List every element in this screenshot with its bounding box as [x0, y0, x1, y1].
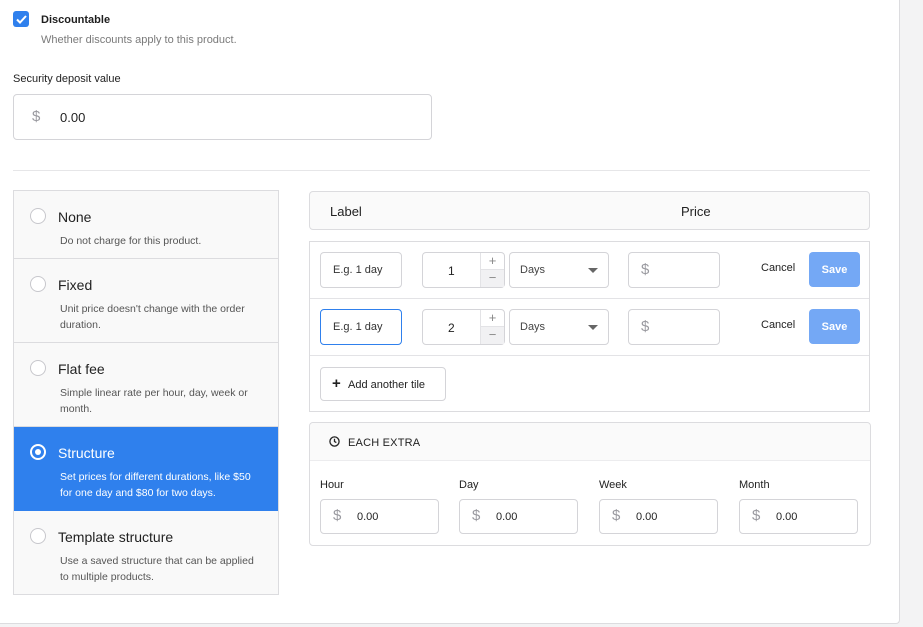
dollar-icon: $ — [641, 318, 650, 335]
pricing-options: None Do not charge for this product. Fix… — [13, 190, 279, 595]
structure-table-body: E.g. 1 day 1 + − Days $ Cancel Save E.g.… — [309, 241, 870, 412]
extra-hour-input[interactable]: $ 0.00 — [320, 499, 439, 534]
option-title: Flat fee — [58, 361, 105, 377]
table-row: E.g. 1 day 1 + − Days $ Cancel Save — [310, 242, 869, 299]
each-extra-header: EACH EXTRA — [310, 423, 870, 461]
option-title: Structure — [58, 445, 115, 461]
add-tile-label: Add another tile — [348, 379, 426, 391]
tile-price-input[interactable]: $ — [628, 252, 720, 288]
tile-label-input[interactable]: E.g. 1 day — [320, 309, 402, 345]
radio-none[interactable] — [30, 208, 46, 224]
increment-button[interactable]: + — [481, 310, 504, 327]
chevron-down-icon — [588, 268, 598, 273]
radio-fixed[interactable] — [30, 276, 46, 292]
discountable-title: Discountable — [41, 14, 111, 26]
section-divider — [13, 170, 870, 171]
stepper-controls: + − — [480, 310, 504, 344]
extra-field-label: Month — [739, 479, 770, 491]
unit-select-value: Days — [520, 264, 546, 276]
extra-field-value: 0.00 — [496, 511, 518, 523]
decrement-button[interactable]: − — [481, 327, 504, 344]
tile-price-input[interactable]: $ — [628, 309, 720, 345]
cancel-button[interactable]: Cancel — [761, 262, 795, 274]
quantity-stepper[interactable]: 2 + − — [422, 309, 505, 345]
extra-day-input[interactable]: $ 0.00 — [459, 499, 578, 534]
extra-field-value: 0.00 — [357, 511, 379, 523]
unit-select[interactable]: Days — [509, 309, 609, 345]
clock-icon — [329, 436, 340, 447]
extra-field-label: Day — [459, 479, 479, 491]
structure-table-header: Label Price — [309, 191, 870, 230]
radio-flat-fee[interactable] — [30, 360, 46, 376]
security-deposit-label: Security deposit value — [13, 73, 121, 85]
dollar-icon: $ — [333, 507, 342, 524]
extra-field-value: 0.00 — [776, 511, 798, 523]
save-button[interactable]: Save — [809, 309, 860, 344]
product-pricing-card: Discountable Whether discounts apply to … — [0, 0, 900, 624]
save-button[interactable]: Save — [809, 252, 860, 287]
increment-button[interactable]: + — [481, 253, 504, 270]
extra-month-input[interactable]: $ 0.00 — [739, 499, 858, 534]
extra-field-label: Week — [599, 479, 627, 491]
option-description: Simple linear rate per hour, day, week o… — [60, 387, 248, 415]
discountable-description: Whether discounts apply to this product. — [41, 34, 237, 46]
dollar-icon: $ — [32, 108, 41, 125]
option-description: Use a saved structure that can be applie… — [60, 555, 254, 583]
option-none[interactable]: None Do not charge for this product. — [14, 191, 278, 259]
quantity-value: 1 — [448, 264, 455, 278]
dollar-icon: $ — [612, 507, 621, 524]
option-title: Template structure — [58, 529, 174, 545]
extra-week-input[interactable]: $ 0.00 — [599, 499, 718, 534]
security-deposit-input[interactable]: $ 0.00 — [13, 94, 432, 140]
stepper-controls: + − — [480, 253, 504, 287]
unit-select[interactable]: Days — [509, 252, 609, 288]
radio-structure[interactable] — [30, 444, 46, 460]
option-description: Do not charge for this product. — [60, 235, 202, 247]
quantity-value: 2 — [448, 321, 455, 335]
option-title: None — [58, 209, 92, 225]
each-extra-title: EACH EXTRA — [348, 437, 421, 449]
option-fixed[interactable]: Fixed Unit price doesn't change with the… — [14, 259, 278, 343]
option-structure[interactable]: Structure Set prices for different durat… — [14, 427, 278, 511]
dollar-icon: $ — [752, 507, 761, 524]
dollar-icon: $ — [472, 507, 481, 524]
decrement-button[interactable]: − — [481, 270, 504, 287]
option-description: Set prices for different durations, like… — [60, 471, 251, 499]
security-deposit-value: 0.00 — [60, 110, 86, 125]
each-extra-panel: EACH EXTRA Hour $ 0.00 Day $ 0.00 Week $… — [309, 422, 871, 546]
plus-icon: + — [332, 375, 341, 392]
dollar-icon: $ — [641, 261, 650, 278]
chevron-down-icon — [588, 325, 598, 330]
option-flat-fee[interactable]: Flat fee Simple linear rate per hour, da… — [14, 343, 278, 427]
option-template-structure[interactable]: Template structure Use a saved structure… — [14, 511, 278, 594]
discountable-checkbox[interactable] — [13, 11, 29, 27]
quantity-stepper[interactable]: 1 + − — [422, 252, 505, 288]
unit-select-value: Days — [520, 321, 546, 333]
option-title: Fixed — [58, 277, 93, 293]
check-icon — [15, 14, 27, 24]
extra-field-label: Hour — [320, 479, 344, 491]
tile-label-input[interactable]: E.g. 1 day — [320, 252, 402, 288]
extra-field-value: 0.00 — [636, 511, 658, 523]
option-description: Unit price doesn't change with the order… — [60, 303, 245, 331]
cancel-button[interactable]: Cancel — [761, 319, 795, 331]
add-another-tile-button[interactable]: + Add another tile — [320, 367, 446, 401]
radio-template-structure[interactable] — [30, 528, 46, 544]
table-row: E.g. 1 day 2 + − Days $ Cancel Save — [310, 299, 869, 356]
price-column-header: Price — [681, 204, 711, 219]
label-column-header: Label — [330, 204, 362, 219]
